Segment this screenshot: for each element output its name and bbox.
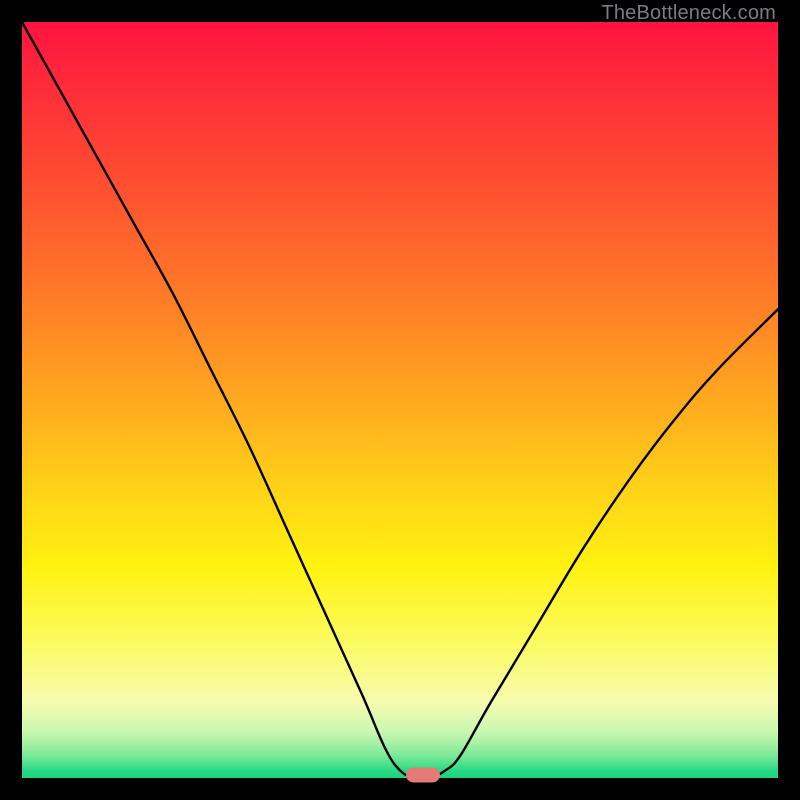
bottleneck-curve [22, 22, 778, 778]
chart-frame: TheBottleneck.com [0, 0, 800, 800]
minimum-marker [406, 767, 440, 782]
attribution-text: TheBottleneck.com [601, 2, 776, 25]
plot-area [22, 22, 778, 778]
